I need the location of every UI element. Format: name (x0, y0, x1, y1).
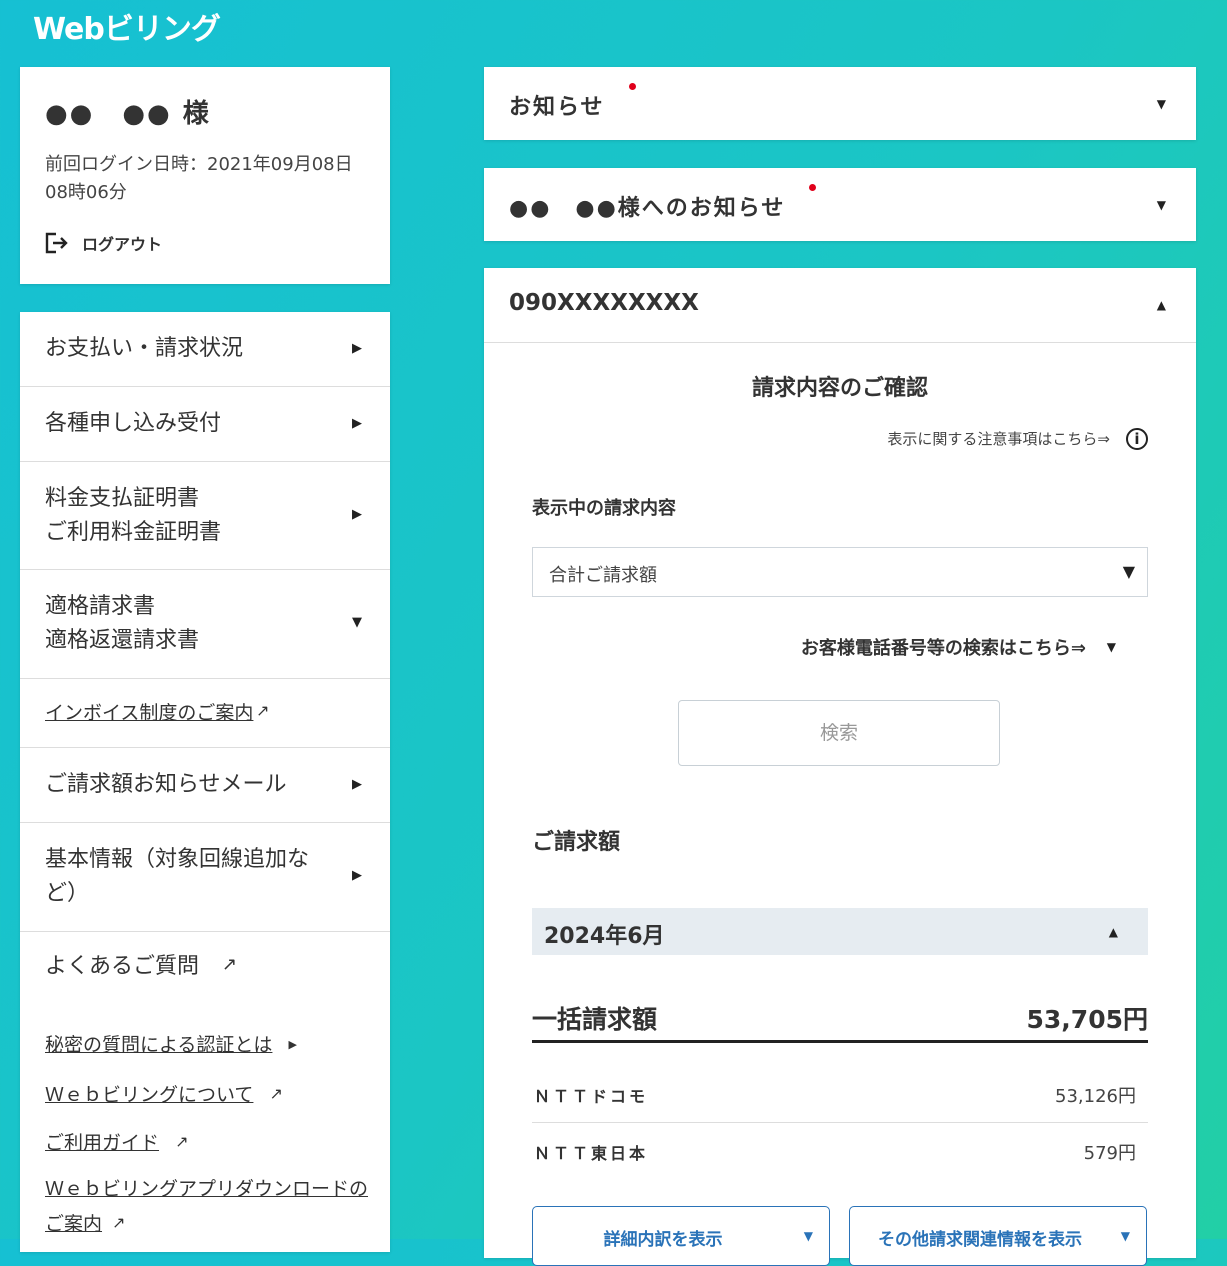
detail-breakdown-button[interactable]: 詳細内訳を表示 ▼ (532, 1206, 830, 1266)
total-bill-row: 一括請求額 53,705円 (532, 992, 1148, 1043)
menu-item-label: ご利用料金証明書 (45, 520, 222, 545)
link-label: 秘密の質問による認証とは (45, 1034, 273, 1056)
menu-faq[interactable]: よくあるご質問 ↗ (20, 932, 390, 1004)
total-label: 一括請求額 (532, 1005, 658, 1034)
bill-row: ＮＴＴドコモ 53,126円 (532, 1066, 1148, 1123)
unread-dot-icon (809, 184, 817, 191)
chevron-right-icon: ▶ (352, 507, 362, 522)
user-name: ●● ●● 様 (45, 99, 211, 129)
button-label: その他請求関連情報を表示 (878, 1230, 1082, 1250)
bill-row-name: ＮＴＴ東日本 (534, 1144, 649, 1163)
menu-payment-status[interactable]: お支払い・請求状況 ▶ (20, 312, 390, 387)
external-link-icon: ↗ (112, 1213, 126, 1232)
chevron-right-icon: ▶ (288, 1038, 297, 1051)
menu-item-label: 適格返還請求書 (45, 628, 200, 653)
menu-item-label: インボイス制度のご案内 (45, 702, 254, 724)
notice-accordion[interactable]: お知らせ ▼ (484, 67, 1196, 140)
link-secret-question[interactable]: 秘密の質問による認証とは ▶ (45, 1028, 297, 1062)
unread-dot-icon (628, 83, 636, 90)
chevron-up-icon: ▲ (1108, 925, 1118, 939)
link-label: ご案内 (45, 1213, 103, 1235)
section-title: 請求内容のご確認 (751, 376, 928, 401)
logout-label: ログアウト (82, 235, 163, 254)
chevron-down-icon: ▼ (352, 615, 362, 630)
chevron-up-icon: ▲ (1156, 298, 1166, 312)
link-label: Ｗｅｂビリングについて (45, 1084, 254, 1106)
chevron-right-icon: ▶ (352, 777, 362, 792)
chevron-down-icon: ▼ (1106, 640, 1116, 654)
menu-item-label: ご請求額お知らせメール (45, 772, 287, 797)
menu-qualified-invoice[interactable]: 適格請求書 適格返還請求書 ▼ (20, 570, 390, 679)
menu-bill-mail[interactable]: ご請求額お知らせメール ▶ (20, 748, 390, 823)
menu-certificates[interactable]: 料金支払証明書 ご利用料金証明書 ▶ (20, 462, 390, 570)
personal-notice-accordion[interactable]: ●● ●●様へのお知らせ ▼ (484, 168, 1196, 241)
bill-row-name: ＮＴＴドコモ (534, 1087, 649, 1106)
menu-item-label: 適格請求書 (45, 594, 156, 619)
menu-item-label: よくあるご質問 (45, 954, 200, 979)
last-login-time: 前回ログイン日時：2021年09月08日 08時06分 (45, 154, 353, 203)
total-value: 53,705円 (1026, 1005, 1148, 1034)
bill-row: ＮＴＴ東日本 579円 (532, 1123, 1148, 1179)
caret-down-icon: ▼ (1122, 562, 1135, 581)
side-menu: お支払い・請求状況 ▶ 各種申し込み受付 ▶ 料金支払証明書 ご利用料金証明書 … (20, 312, 390, 1252)
app-logo[interactable]: Webビリング (33, 4, 221, 48)
menu-item-label: 基本情報（対象回線追加な (45, 847, 310, 872)
link-user-guide[interactable]: ご利用ガイド ↗ (45, 1125, 188, 1160)
menu-item-label: お支払い・請求状況 (45, 336, 244, 361)
external-link-icon: ↗ (269, 1084, 283, 1103)
logout-icon (45, 232, 68, 254)
link-label: Ｗｅｂビリングアプリダウンロードの (45, 1178, 369, 1200)
menu-item-label: 各種申し込み受付 (45, 411, 222, 436)
chevron-down-icon: ▼ (1156, 198, 1166, 212)
bill-row-amount: 53,126円 (1055, 1086, 1136, 1107)
select-value: 合計ご請求額 (549, 565, 657, 586)
link-app-download[interactable]: Ｗｅｂビリングアプリダウンロードの ご案内 ↗ (45, 1173, 368, 1241)
search-button[interactable]: 検索 (678, 700, 1000, 766)
menu-basic-info[interactable]: 基本情報（対象回線追加な ど） ▶ (20, 823, 390, 932)
bill-row-amount: 579円 (1083, 1143, 1136, 1164)
display-content-label: 表示中の請求内容 (532, 498, 676, 519)
external-link-icon: ↗ (222, 954, 238, 975)
external-link-icon: ↗ (256, 701, 270, 720)
phone-bill-panel: 090XXXXXXXX ▲ 請求内容のご確認 表示に関する注意事項はこちら⇒ i… (484, 268, 1196, 1266)
user-card: ●● ●● 様 前回ログイン日時：2021年09月08日 08時06分 ログアウ… (20, 67, 390, 284)
phone-number: 090XXXXXXXX (509, 290, 699, 316)
other-info-button[interactable]: その他請求関連情報を表示 ▼ (849, 1206, 1147, 1266)
logout-button[interactable]: ログアウト (44, 231, 162, 255)
bill-content-select[interactable]: 合計ご請求額 ▼ (532, 547, 1148, 597)
button-label: 詳細内訳を表示 (603, 1230, 723, 1250)
display-notice-link[interactable]: 表示に関する注意事項はこちら⇒ (887, 428, 1110, 449)
menu-item-label: 料金支払証明書 (45, 486, 200, 511)
chevron-down-icon: ▼ (1120, 1229, 1130, 1243)
chevron-down-icon: ▼ (1156, 97, 1166, 111)
billing-month: 2024年6月 (544, 924, 665, 949)
personal-notice-title: ●● ●●様へのお知らせ (509, 184, 817, 222)
menu-invoice-guide[interactable]: インボイス制度のご案内 ↗ (20, 679, 390, 748)
chevron-down-icon: ▼ (803, 1229, 813, 1243)
phone-accordion-header[interactable]: 090XXXXXXXX ▲ (484, 268, 1196, 343)
chevron-right-icon: ▶ (352, 868, 362, 883)
link-about-webbilling[interactable]: Ｗｅｂビリングについて ↗ (45, 1077, 283, 1112)
menu-applications[interactable]: 各種申し込み受付 ▶ (20, 387, 390, 462)
notice-title: お知らせ (509, 83, 636, 121)
info-icon[interactable]: i (1126, 428, 1148, 450)
external-link-icon: ↗ (175, 1132, 189, 1151)
chevron-right-icon: ▶ (352, 416, 362, 431)
bill-amount-label: ご請求額 (532, 830, 621, 855)
link-label: ご利用ガイド (45, 1132, 160, 1154)
menu-item-label: ど） (45, 881, 90, 906)
phone-search-toggle[interactable]: お客様電話番号等の検索はこちら⇒ (801, 634, 1086, 660)
month-accordion[interactable]: 2024年6月 ▲ (532, 908, 1148, 955)
chevron-right-icon: ▶ (352, 341, 362, 356)
